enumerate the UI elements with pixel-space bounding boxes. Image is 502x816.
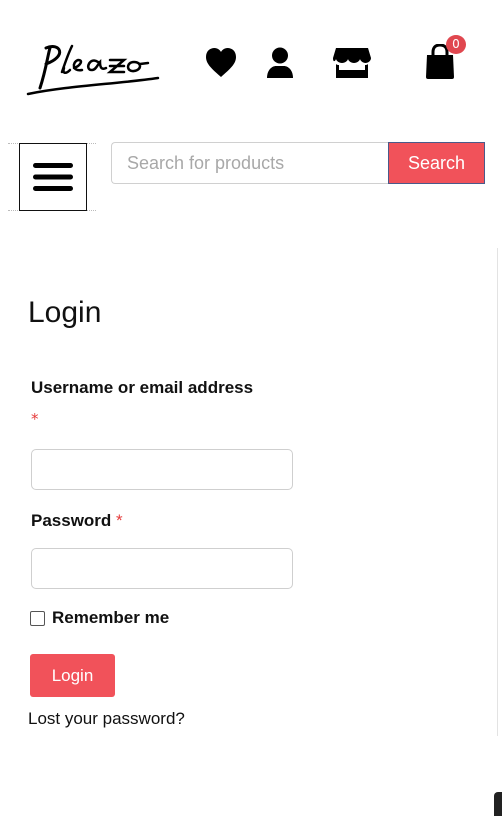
username-required-marker: * xyxy=(31,410,39,428)
search-input[interactable] xyxy=(111,142,388,184)
password-label-text: Password xyxy=(31,511,112,530)
pleazo-logo-wordmark xyxy=(26,44,160,96)
content-divider xyxy=(497,248,498,736)
remember-me-label[interactable]: Remember me xyxy=(52,608,169,628)
username-label-text: Username or email address xyxy=(31,378,254,397)
search-button[interactable]: Search xyxy=(388,142,485,184)
password-required-marker: * xyxy=(116,511,123,530)
cart-count-badge: 0 xyxy=(446,35,466,54)
menu-toggle-button[interactable] xyxy=(19,143,87,211)
username-label: Username or email address xyxy=(31,378,253,398)
store-icon[interactable] xyxy=(332,47,372,79)
password-label: Password * xyxy=(31,511,123,531)
username-field[interactable] xyxy=(31,449,293,490)
remember-me-row: Remember me xyxy=(30,608,169,628)
password-field[interactable] xyxy=(31,548,293,589)
wishlist-heart-icon[interactable] xyxy=(204,47,238,79)
product-search-form: Search xyxy=(111,142,485,184)
remember-me-checkbox[interactable] xyxy=(30,610,45,626)
hamburger-menu-icon xyxy=(33,163,73,191)
page-title: Login xyxy=(28,296,102,329)
corner-widget xyxy=(494,792,502,816)
account-user-icon[interactable] xyxy=(265,47,295,79)
login-submit-button[interactable]: Login xyxy=(30,654,115,697)
lost-password-link[interactable]: Lost your password? xyxy=(28,709,185,729)
site-logo[interactable] xyxy=(26,40,160,100)
